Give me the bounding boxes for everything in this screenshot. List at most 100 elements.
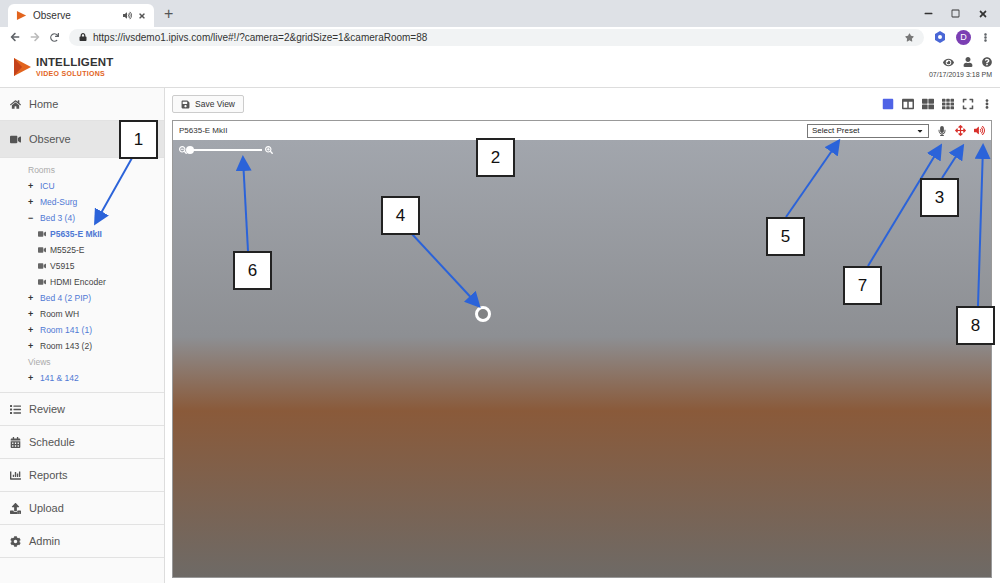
layout-button[interactable]: [902, 98, 914, 110]
camera-item[interactable]: M5525-E: [0, 242, 164, 258]
close-icon[interactable]: [138, 12, 146, 20]
user-icon[interactable]: [963, 57, 973, 67]
room-tree: Rooms+ICU+Med-Surg−Bed 3 (4)P5635-E MkII…: [0, 158, 164, 393]
expand-sign[interactable]: +: [28, 309, 36, 319]
layout-button[interactable]: [962, 98, 974, 110]
sidebar-item[interactable]: Home: [0, 88, 164, 121]
camera-item[interactable]: V5915: [0, 258, 164, 274]
room-item[interactable]: +Room 143 (2): [0, 338, 164, 354]
zoom-thumb[interactable]: [186, 146, 194, 154]
ptz-button[interactable]: [955, 125, 966, 136]
layout-button[interactable]: [882, 98, 894, 110]
callout-arrow: [978, 147, 983, 306]
review-icon: [10, 404, 21, 415]
expand-sign[interactable]: +: [28, 341, 36, 351]
room-item[interactable]: +Room 141 (1): [0, 322, 164, 338]
grid9-icon: [942, 98, 954, 110]
forward-icon[interactable]: [30, 32, 40, 42]
reload-icon[interactable]: [50, 33, 59, 42]
video-feed[interactable]: [173, 140, 991, 577]
room-item[interactable]: −Bed 3 (4): [0, 210, 164, 226]
room-item[interactable]: +Room WH: [0, 306, 164, 322]
save-view-button[interactable]: Save View: [172, 95, 244, 113]
columns-icon: [902, 98, 914, 110]
expand-sign[interactable]: +: [28, 197, 36, 207]
sidebar-item[interactable]: Admin: [0, 525, 164, 558]
sidebar-item-label: Upload: [29, 502, 64, 514]
layout-button[interactable]: [922, 98, 934, 110]
callout-arrow: [243, 159, 248, 251]
callout-number: 7: [843, 266, 882, 305]
sidebar-item[interactable]: Upload: [0, 492, 164, 525]
url-text: https://ivsdemo1.ipivs.com/live#!/?camer…: [93, 32, 899, 43]
camera-icon: [38, 262, 46, 270]
callout-number: 5: [766, 217, 805, 256]
back-icon[interactable]: [10, 32, 20, 42]
zoom-track[interactable]: [190, 149, 262, 151]
collapse-sign[interactable]: −: [28, 213, 36, 223]
new-tab-button[interactable]: +: [164, 5, 173, 23]
sidebar-item-label: Home: [29, 98, 58, 110]
tree-heading: Views: [0, 354, 164, 370]
help-icon[interactable]: [982, 57, 992, 67]
home-icon: [10, 99, 21, 110]
camera-title: P5635-E MkII: [179, 126, 227, 135]
browser-tab[interactable]: Observe: [8, 4, 154, 27]
callout-arrow: [412, 234, 478, 305]
menu-icon[interactable]: [981, 33, 990, 42]
star-icon[interactable]: [905, 33, 914, 42]
tab-title: Observe: [33, 10, 117, 21]
address-row: https://ivsdemo1.ipivs.com/live#!/?camer…: [0, 27, 1000, 47]
close-window-icon[interactable]: [978, 9, 988, 19]
eye-icon[interactable]: [943, 57, 954, 68]
camera-icon: [38, 230, 46, 238]
layout-button[interactable]: [942, 98, 954, 110]
audio-icon: [123, 11, 132, 20]
callout-number: 8: [956, 306, 995, 345]
room-item[interactable]: +ICU: [0, 178, 164, 194]
address-bar[interactable]: https://ivsdemo1.ipivs.com/live#!/?camer…: [69, 29, 924, 46]
layout-button[interactable]: [982, 99, 992, 109]
microphone-icon: [937, 126, 947, 136]
camera-item[interactable]: HDMI Encoder: [0, 274, 164, 290]
callout-number: 3: [920, 178, 959, 217]
speaker-icon: [974, 125, 985, 136]
ptz-target-marker[interactable]: [475, 306, 491, 322]
datetime: 07/17/2019 3:18 PM: [929, 71, 992, 78]
maximize-icon[interactable]: [951, 9, 960, 18]
tree-heading: Rooms: [0, 162, 164, 178]
sidebar-item-label: Observe: [29, 133, 71, 145]
expand-sign[interactable]: +: [28, 325, 36, 335]
extension-icon[interactable]: [934, 31, 946, 43]
upload-icon: [10, 503, 21, 514]
expand-sign[interactable]: +: [28, 181, 36, 191]
callout-number: 6: [233, 251, 272, 290]
zoom-slider[interactable]: [179, 146, 273, 154]
admin-icon: [10, 536, 21, 547]
profile-avatar[interactable]: D: [956, 30, 971, 45]
callout-arrow: [96, 158, 132, 222]
camera-icon: [38, 278, 46, 286]
sidebar-item[interactable]: Schedule: [0, 426, 164, 459]
preset-select[interactable]: Select Preset: [807, 124, 929, 138]
logo[interactable]: INTELLIGENTVIDEO SOLUTIONS: [12, 57, 114, 77]
speaker-button[interactable]: [974, 125, 985, 136]
app-header: INTELLIGENTVIDEO SOLUTIONS 07/17/2019 3:1…: [0, 47, 1000, 88]
callout-number: 1: [119, 120, 158, 159]
logo-title: INTELLIGENT: [36, 57, 114, 69]
room-item[interactable]: +Med-Surg: [0, 194, 164, 210]
expand-sign[interactable]: +: [28, 293, 36, 303]
room-item[interactable]: +141 & 142: [0, 370, 164, 386]
room-item[interactable]: +Bed 4 (2 PIP): [0, 290, 164, 306]
sidebar-item[interactable]: Reports: [0, 459, 164, 492]
mic-button[interactable]: [937, 126, 947, 136]
camera-item[interactable]: P5635-E MkII: [0, 226, 164, 242]
sidebar-item[interactable]: Review: [0, 393, 164, 426]
expand-sign[interactable]: +: [28, 373, 36, 383]
callout-number: 2: [476, 138, 515, 177]
zoom-in-icon[interactable]: [265, 146, 273, 154]
minimize-icon[interactable]: [924, 9, 933, 18]
main-area: Save View P5635-E MkII Select Preset: [165, 88, 1000, 583]
callout-number: 4: [381, 196, 420, 235]
camera-header: P5635-E MkII Select Preset: [173, 121, 991, 140]
